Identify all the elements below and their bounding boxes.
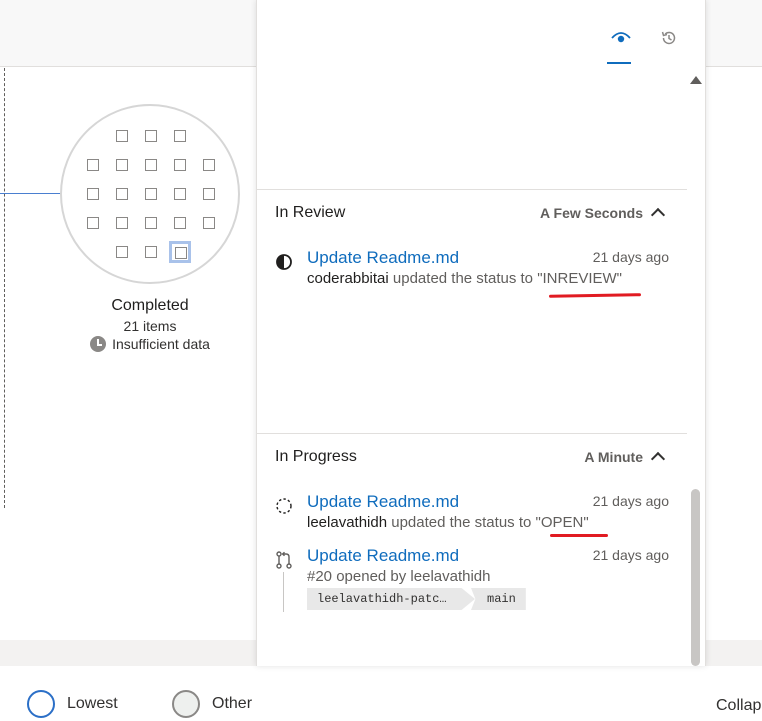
work-item-square[interactable] — [145, 217, 157, 229]
work-item-square[interactable] — [174, 159, 186, 171]
selected-work-item-square[interactable] — [169, 241, 191, 263]
section-in-review: In Review A Few Seconds Update Readme.md… — [257, 189, 687, 433]
activity-status: "INREVIEW" — [537, 270, 623, 287]
eye-icon — [611, 32, 631, 43]
node-connector-line — [0, 193, 62, 194]
section-title: In Review — [275, 204, 346, 221]
node-title: Completed — [111, 297, 189, 314]
work-item-square[interactable] — [116, 130, 128, 142]
section-header[interactable]: In Progress A Minute — [275, 448, 667, 467]
section-duration: A Minute — [584, 449, 643, 465]
activity-item: Update Readme.md 21 days ago leelavathid… — [275, 492, 669, 542]
activity-item-title[interactable]: Update Readme.md — [307, 546, 459, 566]
work-item-square[interactable] — [116, 188, 128, 200]
activity-item: Update Readme.md 21 days ago coderabbita… — [275, 248, 669, 298]
work-item-square[interactable] — [116, 159, 128, 171]
dashed-circle-status-icon — [276, 498, 292, 514]
section-duration: A Few Seconds — [540, 205, 643, 221]
active-tab-indicator — [607, 62, 631, 64]
dashed-divider — [4, 68, 5, 508]
tab-view[interactable] — [609, 26, 633, 50]
scroll-up-arrow-icon[interactable] — [690, 76, 702, 84]
activity-item-title[interactable]: Update Readme.md — [307, 248, 459, 268]
red-annotation-underline — [550, 534, 608, 537]
work-item-square[interactable] — [203, 159, 215, 171]
work-item-square[interactable] — [145, 130, 157, 142]
legend-other[interactable]: Other — [172, 690, 252, 718]
work-item-square[interactable] — [87, 188, 99, 200]
legend-lowest-label: Lowest — [67, 695, 118, 712]
section-header[interactable]: In Review A Few Seconds — [275, 204, 667, 223]
other-ring-icon — [172, 690, 200, 718]
work-item-square[interactable] — [203, 188, 215, 200]
activity-item: Update Readme.md 21 days ago #20 opened … — [275, 546, 669, 616]
timeline-line — [283, 572, 284, 612]
activity-item-description: #20 opened by leelavathidh — [307, 568, 491, 585]
collapse-button[interactable]: Collap — [716, 697, 761, 715]
work-item-square[interactable] — [174, 188, 186, 200]
activity-status: "OPEN" — [535, 514, 589, 531]
activity-item-title[interactable]: Update Readme.md — [307, 492, 459, 512]
activity-item-time: 21 days ago — [592, 249, 669, 265]
legend-lowest[interactable]: Lowest — [27, 690, 118, 718]
activity-item-time: 21 days ago — [592, 547, 669, 563]
node-item-count: 21 items — [123, 318, 177, 334]
completed-node-circle[interactable] — [60, 104, 240, 284]
work-item-square[interactable] — [203, 217, 215, 229]
pull-request-icon — [276, 551, 292, 569]
work-item-square[interactable] — [174, 217, 186, 229]
red-annotation-underline — [548, 293, 642, 298]
chevron-up-icon[interactable] — [650, 451, 666, 467]
activity-item-description: leelavathidh updated the status to "OPEN… — [307, 514, 589, 531]
lowest-ring-icon — [27, 690, 55, 718]
work-item-square[interactable] — [87, 217, 99, 229]
half-circle-status-icon — [276, 254, 292, 270]
activity-panel: In Review A Few Seconds Update Readme.md… — [256, 0, 706, 666]
branch-row: leelavathidh-patc… main — [307, 588, 526, 610]
activity-actor: leelavathidh — [307, 514, 388, 531]
activity-item-description: coderabbitai updated the status to "INRE… — [307, 270, 622, 287]
section-in-progress: In Progress A Minute Update Readme.md 21… — [257, 433, 687, 666]
activity-actor: coderabbitai — [307, 270, 389, 287]
work-item-square[interactable] — [87, 159, 99, 171]
node-warning-text: Insufficient data — [112, 336, 210, 352]
tab-history[interactable] — [657, 26, 681, 50]
activity-item-time: 21 days ago — [592, 493, 669, 509]
section-title: In Progress — [275, 448, 357, 465]
clock-icon — [90, 336, 107, 352]
node-warning: Insufficient data — [60, 336, 240, 352]
work-item-square[interactable] — [145, 246, 157, 258]
target-branch-chip[interactable]: main — [471, 588, 526, 610]
work-item-square[interactable] — [116, 246, 128, 258]
scrollbar-thumb[interactable] — [691, 489, 700, 666]
source-branch-chip[interactable]: leelavathidh-patc… — [307, 588, 475, 610]
activity-action: updated the status to — [387, 514, 536, 531]
history-icon — [661, 31, 676, 45]
work-item-square[interactable] — [116, 217, 128, 229]
work-item-square[interactable] — [145, 159, 157, 171]
legend-other-label: Other — [212, 695, 253, 712]
chevron-up-icon[interactable] — [650, 207, 666, 223]
work-item-square[interactable] — [145, 188, 157, 200]
activity-action: updated the status to — [388, 270, 538, 287]
work-item-square[interactable] — [174, 130, 186, 142]
